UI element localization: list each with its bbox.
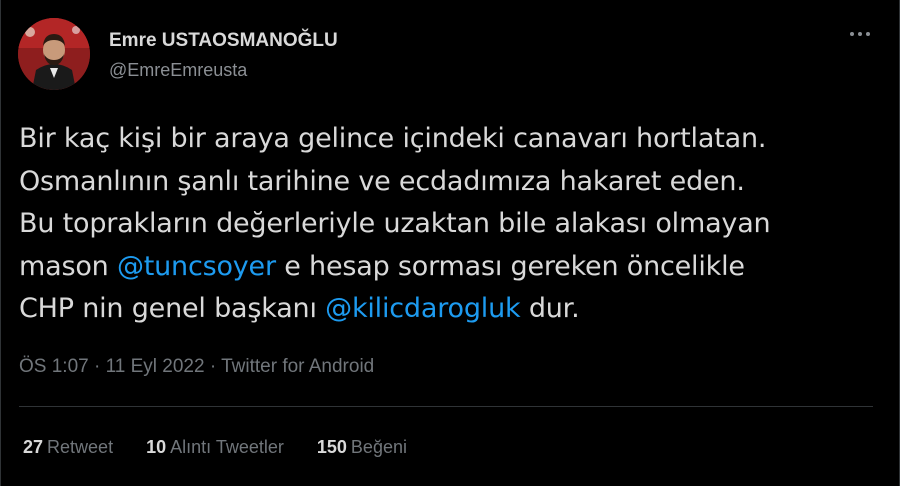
likes-label: Beğeni — [350, 437, 407, 457]
tweet-meta: ÖS 1:07 · 11 Eyl 2022 · Twitter for Andr… — [19, 356, 374, 378]
tweet-card: Emre USTAOSMANOĞLU @EmreEmreusta Bir kaç… — [0, 0, 900, 486]
engagement-stats: 27 Retweet 10 Alıntı Tweetler 150 Beğeni — [23, 437, 435, 458]
quotes-count: 10 — [146, 437, 167, 457]
author-name[interactable]: Emre USTAOSMANOĞLU — [109, 30, 338, 52]
retweets-stat[interactable]: 27 Retweet — [23, 437, 113, 458]
meta-separator: · — [209, 356, 217, 377]
tweet-line: CHP nin genel başkanı @kilicdarogluk dur… — [19, 288, 881, 331]
tweet-text-segment: dur. — [520, 293, 580, 324]
quotes-label: Alıntı Tweetler — [170, 437, 284, 457]
tweet-text-segment: CHP nin genel başkanı — [19, 293, 326, 324]
more-horizontal-icon[interactable] — [849, 29, 871, 39]
tweet-text-segment: Bir kaç kişi bir araya gelince içindeki … — [19, 123, 767, 154]
tweet-line: Bir kaç kişi bir araya gelince içindeki … — [19, 118, 881, 161]
tweet-text-segment: mason — [19, 250, 117, 282]
mention-link-kilicdarogluk[interactable]: @kilicdarogluk — [325, 293, 520, 324]
tweet-text: Bir kaç kişi bir araya gelince içindeki … — [19, 118, 881, 331]
tweet-text-segment: Bu toprakların değerleriyle uzaktan bile… — [19, 208, 771, 239]
likes-count: 150 — [316, 437, 347, 457]
divider — [19, 406, 873, 407]
tweet-line: mason @tuncsoyer e hesap sorması gereken… — [19, 246, 881, 289]
quotes-stat[interactable]: 10 Alıntı Tweetler — [146, 437, 284, 458]
tweet-line: Osmanlının şanlı tarihine ve ecdadımıza … — [19, 161, 881, 204]
tweet-date[interactable]: 11 Eyl 2022 — [106, 356, 205, 377]
tweet-source-link[interactable]: Twitter for Android — [221, 356, 374, 377]
retweets-count: 27 — [23, 437, 44, 457]
meta-separator: · — [94, 356, 101, 377]
tweet-text-segment: Osmanlının şanlı tarihine ve ecdadımıza … — [19, 165, 745, 197]
retweets-label: Retweet — [47, 437, 114, 457]
tweet-line: Bu toprakların değerleriyle uzaktan bile… — [19, 203, 881, 246]
mention-link-tuncsoyer[interactable]: @tuncsoyer — [117, 251, 276, 282]
tweet-time[interactable]: ÖS 1:07 — [19, 356, 89, 377]
tweet-text-segment: e hesap sorması gereken öncelikle — [275, 250, 745, 282]
avatar[interactable] — [18, 18, 90, 90]
author-handle[interactable]: @EmreEmreusta — [109, 60, 247, 81]
likes-stat[interactable]: 150 Beğeni — [317, 437, 407, 458]
